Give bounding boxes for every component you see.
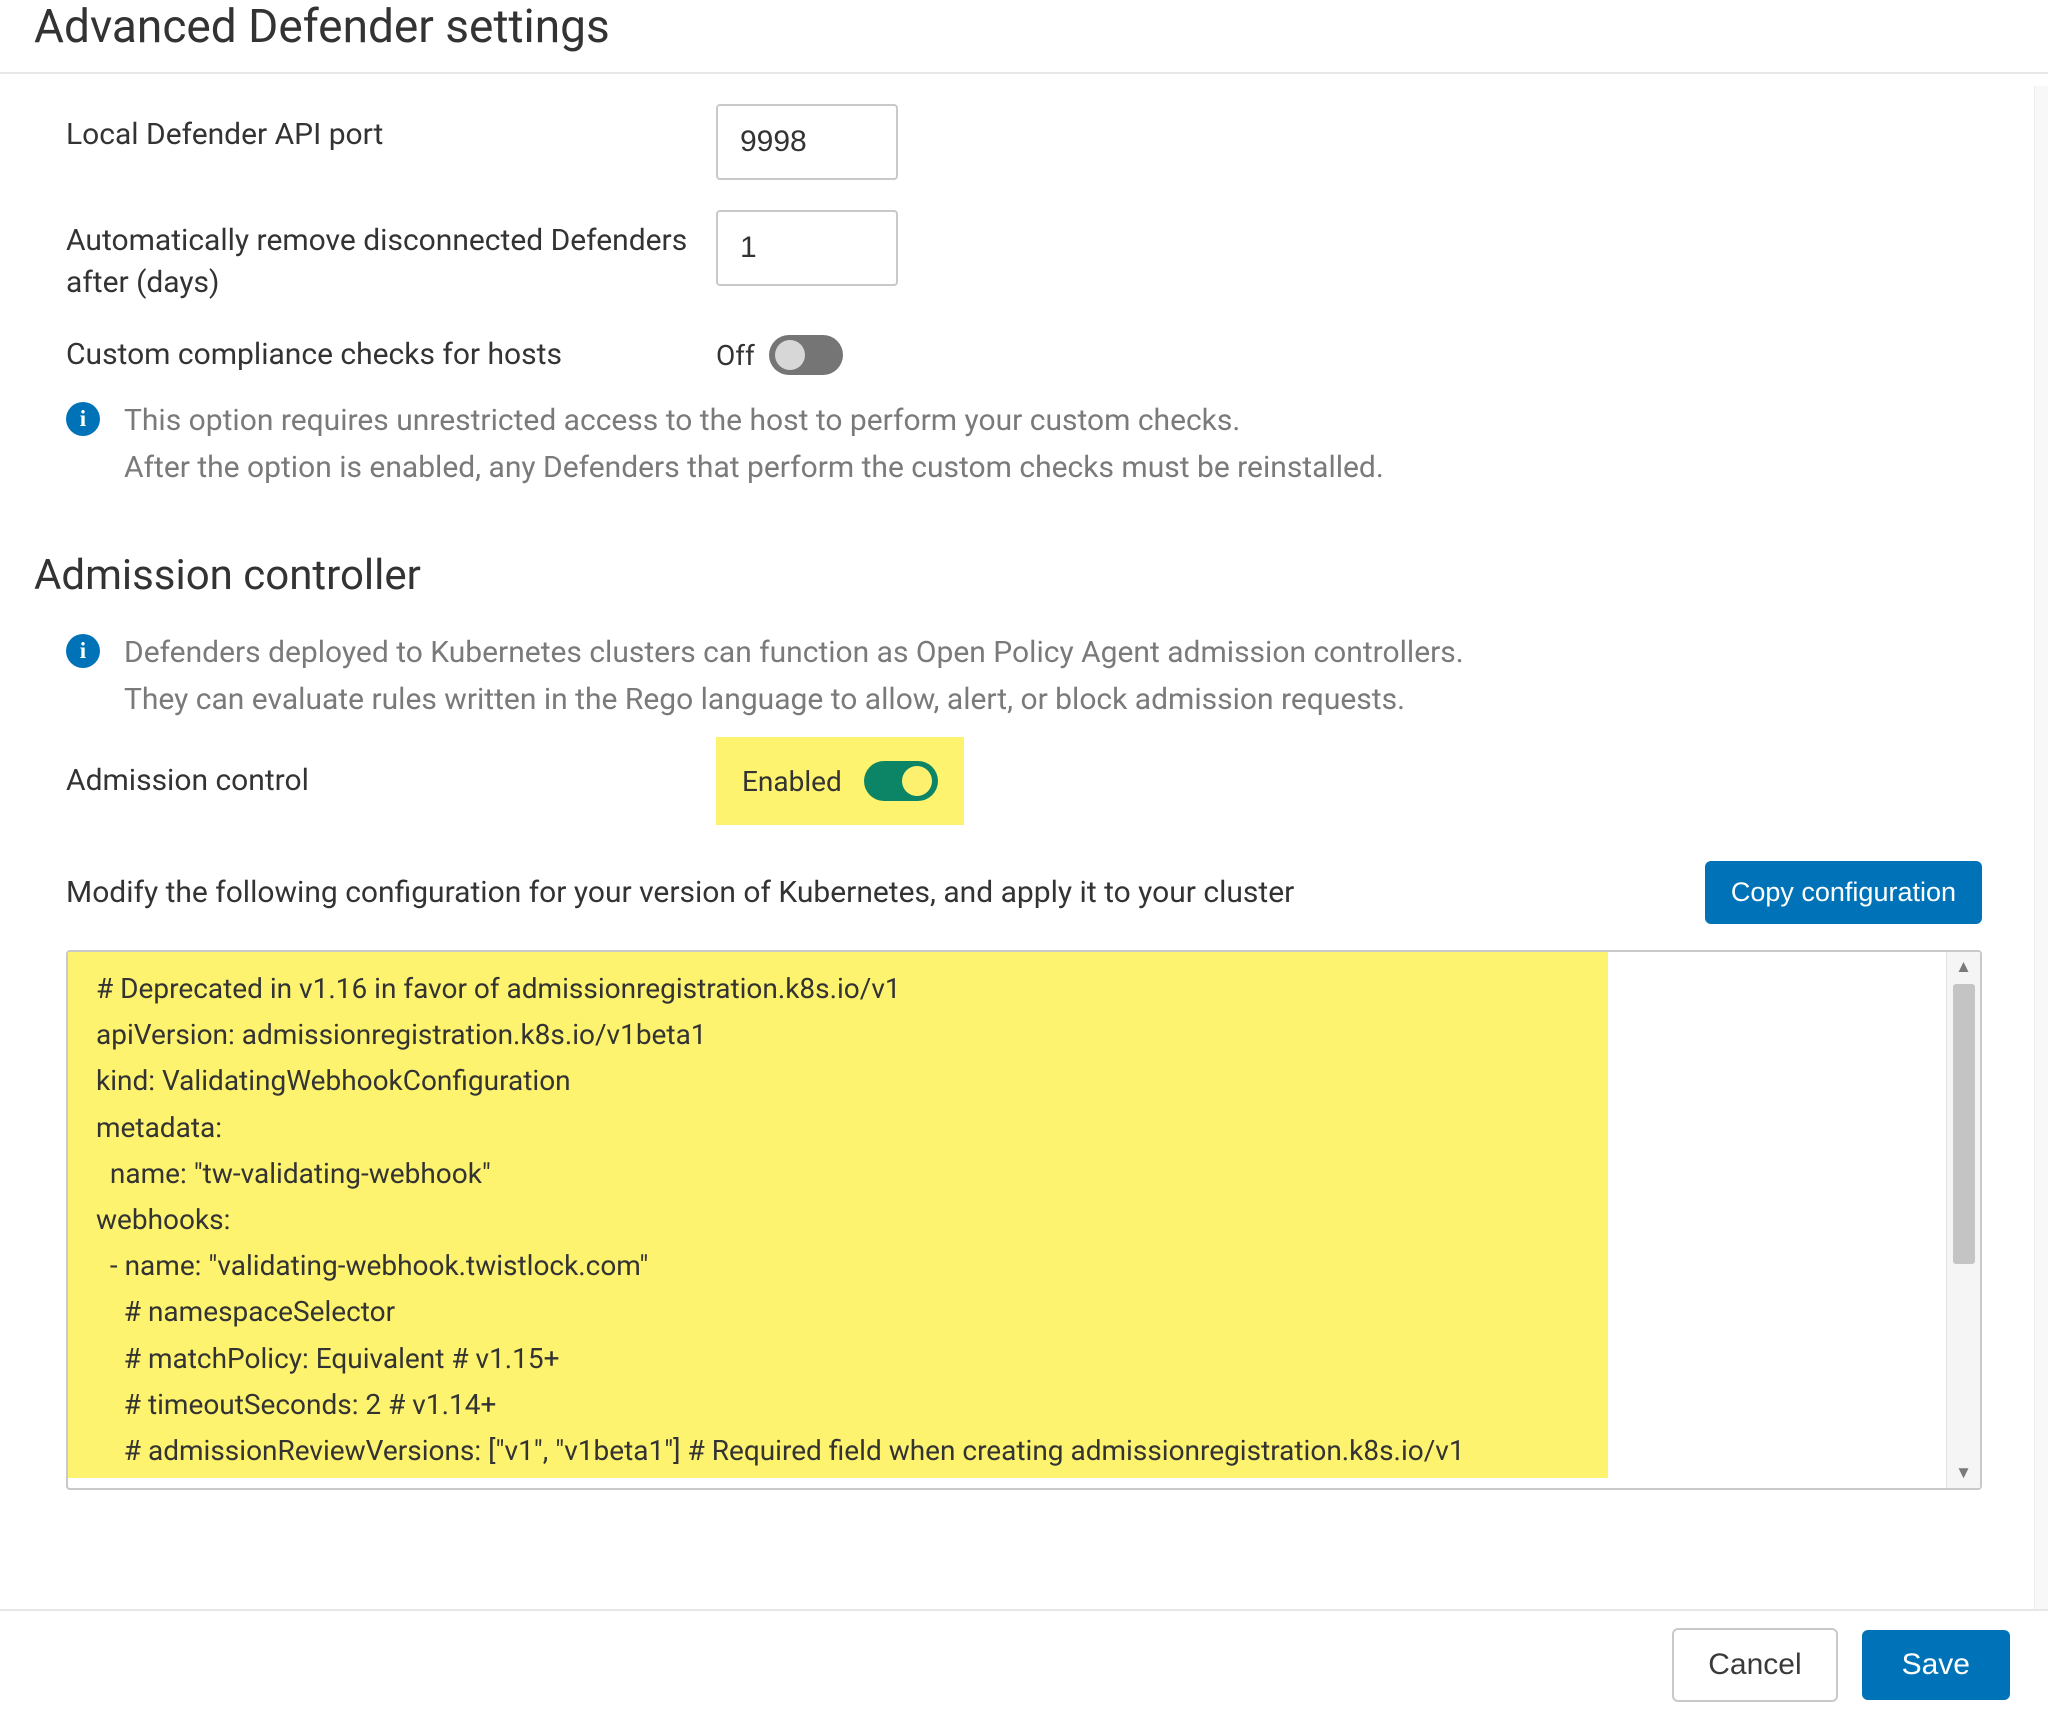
scroll-thumb[interactable] <box>1953 984 1975 1264</box>
auto-remove-input[interactable] <box>716 210 898 286</box>
config-text[interactable]: # Deprecated in v1.16 in favor of admiss… <box>68 952 1608 1478</box>
admission-toggle-highlight: Enabled <box>716 737 964 825</box>
page-scrollbar[interactable] <box>2034 86 2048 1609</box>
cancel-button[interactable]: Cancel <box>1672 1628 1837 1702</box>
admission-info: Defenders deployed to Kubernetes cluster… <box>124 630 1464 723</box>
page-title: Advanced Defender settings <box>0 0 2048 72</box>
info-line-2: After the option is enabled, any Defende… <box>124 445 1384 492</box>
admission-control-label: Admission control <box>66 760 716 802</box>
save-button[interactable]: Save <box>1862 1630 2010 1700</box>
custom-checks-toggle[interactable] <box>769 335 843 375</box>
info-line-2: They can evaluate rules written in the R… <box>124 677 1464 724</box>
scroll-down-icon[interactable]: ▼ <box>1947 1458 1980 1488</box>
admission-control-state: Enabled <box>742 765 842 798</box>
section-title-admission: Admission controller <box>0 491 2048 600</box>
api-port-input[interactable] <box>716 104 898 180</box>
info-icon: i <box>66 402 100 436</box>
info-line-1: Defenders deployed to Kubernetes cluster… <box>124 630 1464 677</box>
auto-remove-label: Automatically remove disconnected Defend… <box>66 210 716 304</box>
info-icon: i <box>66 634 100 668</box>
config-prompt: Modify the following configuration for y… <box>66 875 1294 910</box>
copy-configuration-button[interactable]: Copy configuration <box>1705 861 1982 924</box>
admission-control-toggle[interactable] <box>864 761 938 801</box>
section-divider <box>0 72 2048 74</box>
custom-checks-label: Custom compliance checks for hosts <box>66 334 716 376</box>
footer-bar: Cancel Save <box>0 1609 2048 1719</box>
custom-checks-state: Off <box>716 339 755 372</box>
scroll-up-icon[interactable]: ▲ <box>1947 952 1980 982</box>
config-scrollbar[interactable]: ▲ ▼ <box>1946 952 1980 1488</box>
info-line-1: This option requires unrestricted access… <box>124 398 1384 445</box>
api-port-label: Local Defender API port <box>66 104 716 156</box>
config-textarea[interactable]: # Deprecated in v1.16 in favor of admiss… <box>66 950 1982 1490</box>
custom-checks-info: This option requires unrestricted access… <box>124 398 1384 491</box>
